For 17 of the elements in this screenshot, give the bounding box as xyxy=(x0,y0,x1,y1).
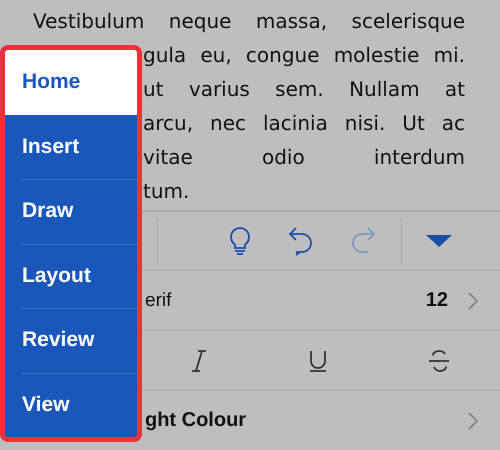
font-name[interactable]: erif xyxy=(145,290,426,312)
strikethrough-icon[interactable] xyxy=(428,348,450,372)
document-text: tum. xyxy=(143,178,190,205)
menu-item[interactable]: View xyxy=(5,372,137,437)
lightbulb-icon[interactable] xyxy=(229,226,251,256)
document-text: gula eu, congue molestie mi. xyxy=(143,42,465,69)
undo-icon[interactable] xyxy=(288,226,314,256)
italic-icon[interactable] xyxy=(190,348,208,372)
document-text: vitae odio interdum xyxy=(143,144,465,171)
document-text: Vestibulum neque massa, scelerisque xyxy=(33,8,465,35)
document-text: arcu, nec lacinia nisi. Ut ac xyxy=(143,110,465,137)
underline-icon[interactable] xyxy=(308,348,328,372)
document-text: ut varius sem. Nullam at xyxy=(143,76,465,103)
dropdown-icon[interactable] xyxy=(426,234,452,248)
highlight-colour-label[interactable]: ght Colour xyxy=(145,409,468,432)
menu-item[interactable]: Home xyxy=(5,50,137,114)
font-size[interactable]: 12 xyxy=(426,289,448,312)
